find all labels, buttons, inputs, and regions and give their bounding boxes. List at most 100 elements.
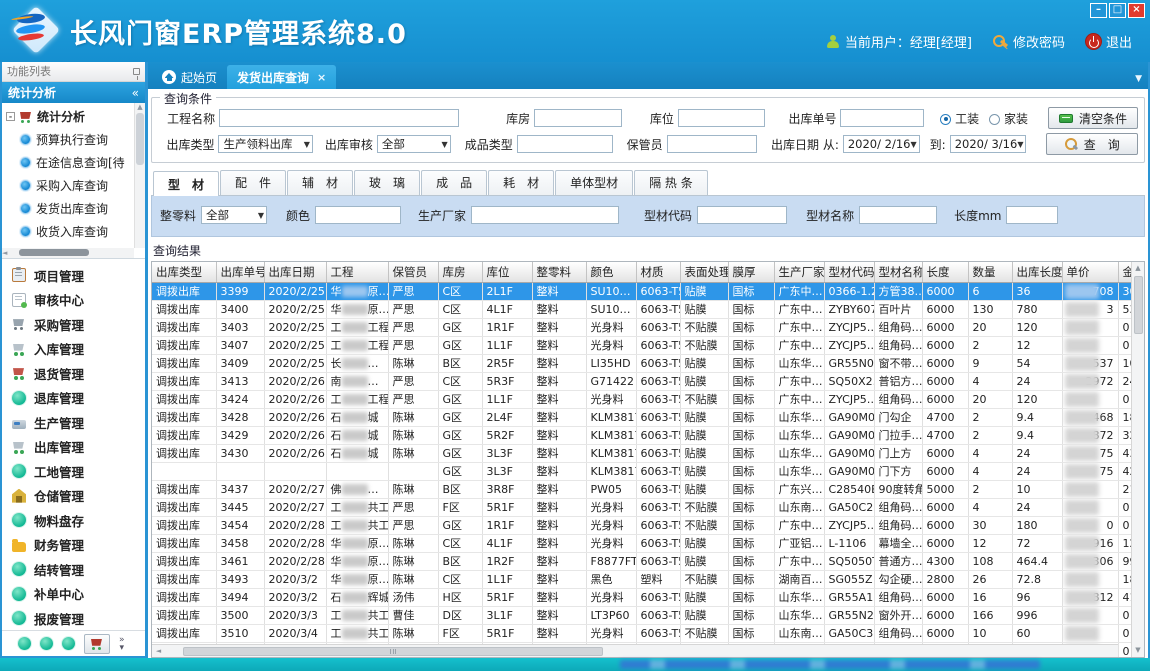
table-row[interactable]: 调拨出库34092020/2/25长…陈琳B区2R5F整料LI35HD6063-… [152, 354, 1131, 372]
tree-item-采购入库查询[interactable]: 采购入库查询 [2, 174, 145, 197]
table-vertical-scrollbar[interactable]: ▲▼ [1131, 262, 1144, 657]
column-header-出库单号[interactable]: 出库单号 [216, 262, 264, 282]
table-row[interactable]: 调拨出库34292020/2/26石城陈琳G区5R2F整料KLM38176063… [152, 426, 1131, 444]
part-select[interactable]: 全部▼ [201, 206, 267, 224]
keeper-input[interactable] [667, 135, 757, 153]
tree-item-在途信息查询[待[interactable]: 在途信息查询[待 [2, 151, 145, 174]
order-no-input[interactable] [840, 109, 924, 127]
table-row[interactable]: 调拨出库34452020/2/27工共工程严思F区5R1F整料光身料6063-T… [152, 498, 1131, 516]
maximize-button[interactable]: □ [1109, 3, 1126, 18]
column-header-表面处理[interactable]: 表面处理 [680, 262, 728, 282]
table-row[interactable]: 调拨出库34282020/2/26石城陈琳G区2L4F整料KLM38176063… [152, 408, 1131, 426]
length-input[interactable] [1006, 206, 1058, 224]
search-button[interactable]: 查 询 [1046, 133, 1138, 155]
table-row[interactable]: 调拨出库34932020/3/2华原…陈琳C区1L1F整料黑色塑料不贴膜国标湖南… [152, 570, 1131, 588]
subtab-耗材[interactable]: 耗 材 [488, 170, 554, 195]
change-password-button[interactable]: 修改密码 [993, 32, 1065, 51]
toolbar-overflow-button[interactable]: »▾ [119, 636, 125, 652]
table-row[interactable]: 调拨出库34612020/2/28华原…陈琳B区1R2F整料F8877FT606… [152, 552, 1131, 570]
table-row[interactable]: 调拨出库34372020/2/27佛…陈琳B区3R8F整料PW056063-T5… [152, 480, 1131, 498]
code-input[interactable] [697, 206, 787, 224]
subtab-成品[interactable]: 成 品 [421, 170, 487, 195]
logout-button[interactable]: 退出 [1086, 32, 1132, 51]
date-to-picker[interactable]: 2020/ 3/16▼ [950, 135, 1027, 153]
out-audit-select[interactable]: 全部▼ [377, 135, 451, 153]
tree-item-发货出库查询[interactable]: 发货出库查询 [2, 197, 145, 220]
sidebar-item-仓储管理[interactable]: 仓储管理 [2, 483, 145, 508]
table-row[interactable]: 调拨出库34002020/2/25华原…严思C区4L1F整料SU10…6063-… [152, 300, 1131, 318]
sidebar-item-结转管理[interactable]: 结转管理 [2, 557, 145, 582]
tab-home[interactable]: 起始页 [152, 65, 227, 89]
column-header-颜色[interactable]: 颜色 [586, 262, 636, 282]
tree-item-收货入库查询[interactable]: 收货入库查询 [2, 220, 145, 243]
tab-shipping-query[interactable]: 发货出库查询 × [227, 65, 336, 89]
sidebar-item-退货管理[interactable]: 退货管理 [2, 361, 145, 386]
column-header-生产厂家[interactable]: 生产厂家 [774, 262, 824, 282]
column-header-长度[interactable]: 长度 [922, 262, 968, 282]
section-header-stats[interactable]: 统计分析 « [2, 82, 145, 104]
sidebar-item-采购管理[interactable]: 采购管理 [2, 312, 145, 337]
subtab-隔热条[interactable]: 隔 热 条 [634, 170, 708, 195]
sidebar-item-工地管理[interactable]: 工地管理 [2, 459, 145, 484]
tree-vertical-scrollbar[interactable]: ▲ [134, 103, 145, 248]
radio-home[interactable]: 家装 [989, 110, 1028, 127]
table-row[interactable]: 调拨出库33992020/2/25华原…严思C区2L1F整料SU10…6063-… [152, 282, 1131, 300]
column-header-出库长度[interactable]: 出库长度 [1012, 262, 1062, 282]
table-row[interactable]: 调拨出库34132020/2/26南…严思C区5R3F整料G714226063-… [152, 372, 1131, 390]
tree-horizontal-scrollbar[interactable]: ◄ [2, 248, 134, 258]
column-header-保管员[interactable]: 保管员 [388, 262, 438, 282]
tree-expander-icon[interactable]: - [6, 112, 15, 121]
sidebar-item-审核中心[interactable]: 审核中心 [2, 287, 145, 312]
minimize-button[interactable]: – [1090, 3, 1107, 18]
table-row[interactable]: 调拨出库34582020/2/28华原…陈琳C区4L1F整料光身料6063-T5… [152, 534, 1131, 552]
tab-overflow-icon[interactable]: ▼ [1135, 74, 1142, 84]
subtab-型材[interactable]: 型 材 [153, 171, 219, 196]
table-row[interactable]: 调拨出库34242020/2/26工工程严思G区1L1F整料光身料6063-T5… [152, 390, 1131, 408]
sidebar-item-项目管理[interactable]: 项目管理 [2, 263, 145, 288]
table-row[interactable]: 调拨出库35002020/3/3工共工程曹佳D区3L1F整料LT3P606063… [152, 606, 1131, 624]
column-header-库房[interactable]: 库房 [438, 262, 482, 282]
sidebar-item-物料盘存[interactable]: 物料盘存 [2, 508, 145, 533]
sidebar-item-补单中心[interactable]: 补单中心 [2, 581, 145, 606]
table-row[interactable]: 调拨出库34032020/2/25工工程严思G区1R1F整料光身料6063-T5… [152, 318, 1131, 336]
column-header-出库日期[interactable]: 出库日期 [264, 262, 326, 282]
color-input[interactable] [315, 206, 401, 224]
toolbar-dot-icon[interactable] [62, 637, 75, 650]
room-input[interactable] [534, 109, 622, 127]
table-row[interactable]: 调拨出库35102020/3/4工共工程陈琳F区5R1F整料光身料6063-T5… [152, 624, 1131, 642]
sidebar-item-退库管理[interactable]: 退库管理 [2, 385, 145, 410]
column-header-型材名称[interactable]: 型材名称 [874, 262, 922, 282]
toolbar-cart-button[interactable] [84, 634, 110, 654]
factory-input[interactable] [471, 206, 619, 224]
sidebar-item-出库管理[interactable]: 出库管理 [2, 434, 145, 459]
toolbar-dot-icon[interactable] [40, 637, 53, 650]
name-input[interactable] [859, 206, 937, 224]
column-header-工程[interactable]: 工程 [326, 262, 388, 282]
subtab-单体型材[interactable]: 单体型材 [555, 170, 633, 195]
column-header-膜厚[interactable]: 膜厚 [728, 262, 774, 282]
project-name-input[interactable] [219, 109, 459, 127]
tree-root-stats[interactable]: - 统计分析 [2, 103, 145, 128]
tree-item-预算执行查询[interactable]: 预算执行查询 [2, 128, 145, 151]
column-header-金[interactable]: 金 [1118, 262, 1131, 282]
column-header-库位[interactable]: 库位 [482, 262, 532, 282]
table-row[interactable]: 调拨出库34302020/2/26石城陈琳G区3L3F整料KLM38176063… [152, 444, 1131, 462]
sidebar-item-报废管理[interactable]: 报废管理 [2, 606, 145, 631]
sidebar-item-入库管理[interactable]: 入库管理 [2, 336, 145, 361]
column-header-型材代码[interactable]: 型材代码 [824, 262, 874, 282]
tab-close-icon[interactable]: × [317, 71, 326, 84]
subtab-辅材[interactable]: 辅 材 [287, 170, 353, 195]
table-row[interactable]: 调拨出库34942020/3/2石辉城汤伟H区5R1F整料光身料6063-T5贴… [152, 588, 1131, 606]
column-header-单价[interactable]: 单价 [1062, 262, 1118, 282]
out-type-select[interactable]: 生产领料出库▼ [218, 135, 312, 153]
product-type-input[interactable] [517, 135, 613, 153]
radio-industrial[interactable]: 工装 [940, 110, 979, 127]
subtab-玻璃[interactable]: 玻 璃 [354, 170, 420, 195]
subtab-配件[interactable]: 配 件 [220, 170, 286, 195]
column-header-出库类型[interactable]: 出库类型 [152, 262, 216, 282]
date-from-picker[interactable]: 2020/ 2/16▼ [843, 135, 920, 153]
table-row[interactable]: 调拨出库34072020/2/25工工程严思G区1L1F整料光身料6063-T5… [152, 336, 1131, 354]
pin-icon[interactable] [133, 68, 140, 75]
column-header-数量[interactable]: 数量 [968, 262, 1012, 282]
clear-conditions-button[interactable]: 清空条件 [1048, 107, 1138, 129]
